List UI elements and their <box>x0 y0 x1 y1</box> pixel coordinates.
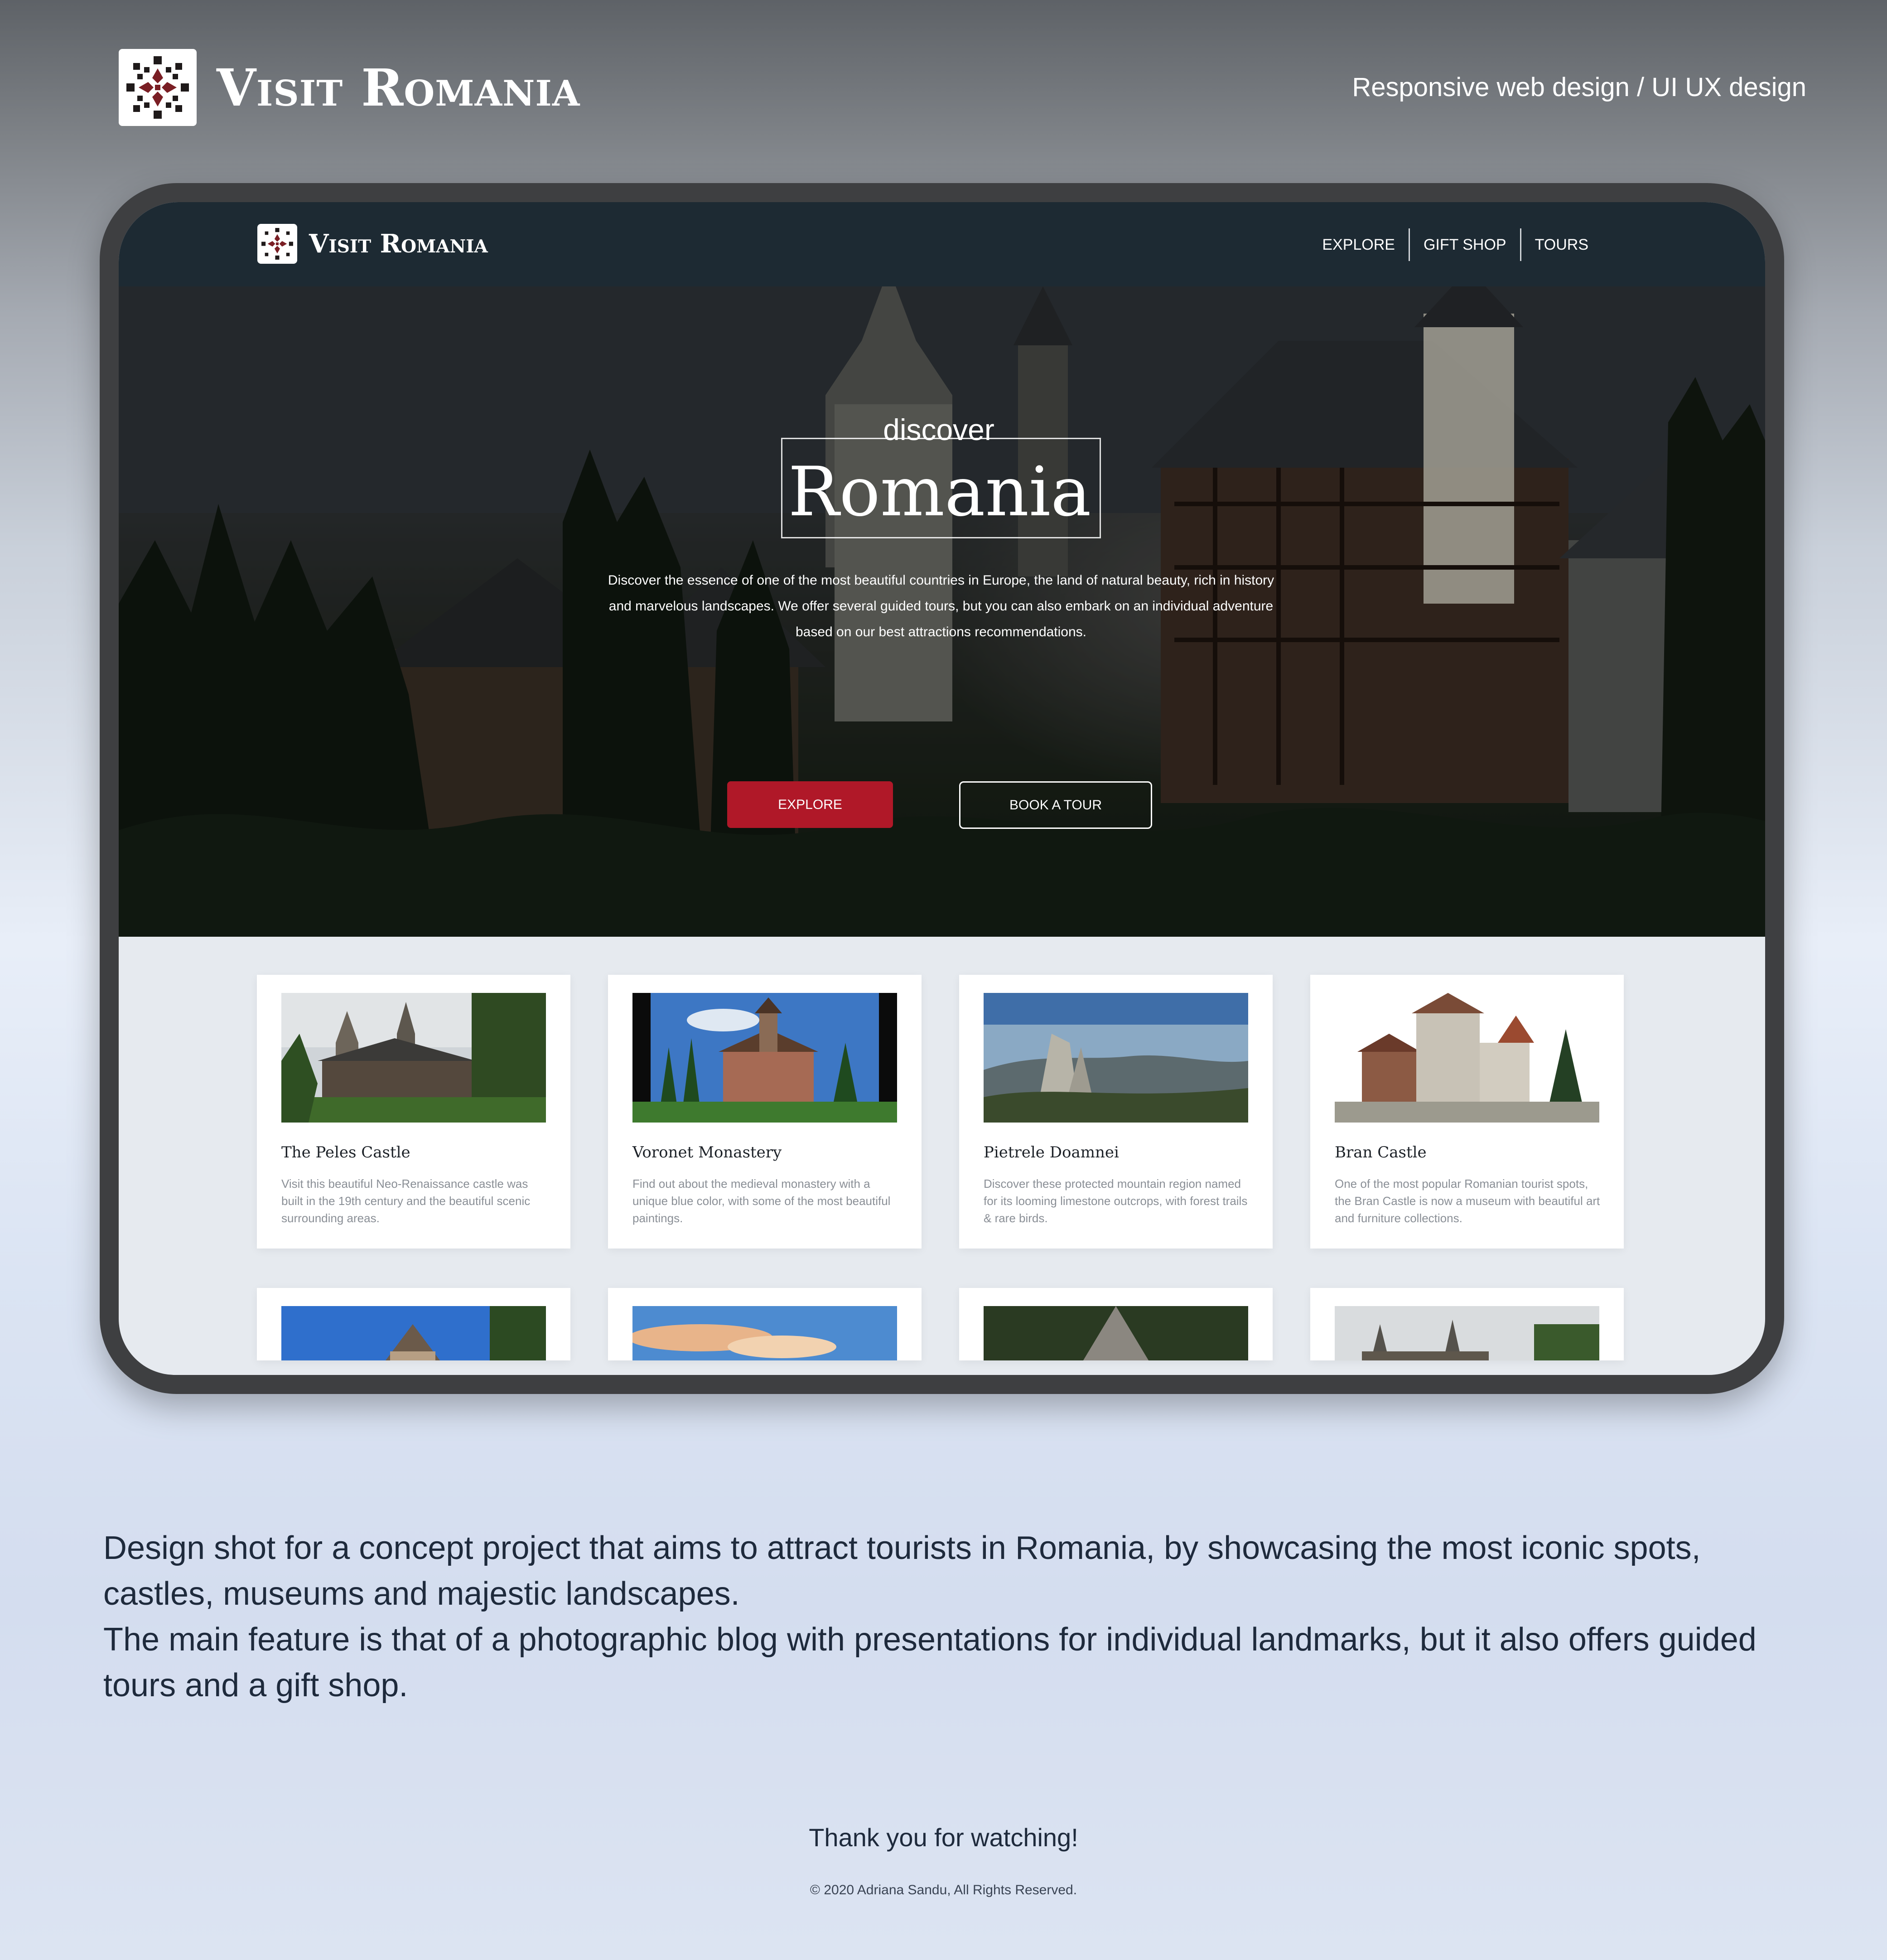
card-description: Find out about the medieval monastery wi… <box>632 1177 891 1225</box>
hero-kicker-text: discover <box>883 413 994 446</box>
peles-castle-image <box>281 993 546 1123</box>
bran-castle-photo <box>1335 993 1599 1123</box>
site-logo[interactable] <box>257 224 297 264</box>
brand-name: Visit Romania <box>217 58 580 118</box>
mountain-photo <box>984 993 1248 1123</box>
attraction-card[interactable]: Bran Castle One of the most popular Roma… <box>1310 975 1624 1249</box>
explore-button[interactable]: EXPLORE <box>727 781 893 828</box>
card-description: Discover these protected mountain region… <box>984 1177 1248 1225</box>
attraction-card[interactable] <box>1310 1288 1624 1360</box>
attraction-card[interactable]: The Peles Castle Visit this beautiful Ne… <box>257 975 570 1249</box>
sky-photo <box>632 1306 897 1360</box>
site-navbar: Visit Romania EXPLORE GIFT SHOP TOURS <box>119 202 1765 286</box>
hero-kicker: discover <box>798 407 1079 452</box>
attraction-card[interactable] <box>257 1288 570 1360</box>
device-frame: Visit Romania EXPLORE GIFT SHOP TOURS di… <box>100 183 1784 1394</box>
voronet-monastery-image <box>632 993 897 1123</box>
card-title[interactable]: Voronet Monastery <box>632 1143 782 1161</box>
thanks-message: Thank you for watching! <box>809 1823 1078 1852</box>
romanian-motif-icon <box>261 228 293 260</box>
attraction-card[interactable] <box>608 1288 922 1360</box>
nav-tours[interactable]: TOURS <box>1521 228 1602 261</box>
monastery-dome-photo <box>281 1306 546 1360</box>
hero-description: Discover the essence of one of the most … <box>608 573 1274 639</box>
romanian-motif-icon <box>126 56 189 119</box>
card-title[interactable]: The Peles Castle <box>281 1143 410 1161</box>
attraction-card[interactable] <box>959 1288 1273 1360</box>
castle-photo <box>281 993 546 1123</box>
nav-explore[interactable]: EXPLORE <box>1308 228 1409 261</box>
book-tour-button[interactable]: BOOK A TOUR <box>959 781 1152 829</box>
nav-gift-shop[interactable]: GIFT SHOP <box>1410 228 1520 261</box>
card-image <box>281 1306 546 1360</box>
device-screen: Visit Romania EXPLORE GIFT SHOP TOURS di… <box>119 202 1765 1375</box>
attraction-card[interactable]: Voronet Monastery Find out about the med… <box>608 975 922 1249</box>
description-paragraph: Design shot for a concept project that a… <box>103 1530 1701 1612</box>
site-brand-name[interactable]: Visit Romania <box>309 226 488 262</box>
project-description: Design shot for a concept project that a… <box>103 1525 1789 1708</box>
card-image <box>1335 1306 1599 1360</box>
card-image <box>984 1306 1248 1360</box>
card-description: One of the most popular Romanian tourist… <box>1335 1177 1600 1225</box>
bran-castle-image <box>1335 993 1599 1123</box>
project-tagline: Responsive web design / UI UX design <box>1352 73 1806 102</box>
pietrele-doamnei-image <box>984 993 1248 1123</box>
hero-title: Romania <box>788 453 1091 532</box>
wooden-church-photo <box>984 1306 1248 1360</box>
attraction-card[interactable]: Pietrele Doamnei Discover these protecte… <box>959 975 1273 1249</box>
description-paragraph: The main feature is that of a photograph… <box>103 1621 1757 1704</box>
card-title[interactable]: Bran Castle <box>1335 1143 1427 1161</box>
brand-logo <box>119 49 197 126</box>
castle-towers-photo <box>1335 1306 1599 1360</box>
card-description: Visit this beautiful Neo-Renaissance cas… <box>281 1177 531 1225</box>
site-nav: EXPLORE GIFT SHOP TOURS <box>1308 228 1602 261</box>
card-title[interactable]: Pietrele Doamnei <box>984 1143 1119 1161</box>
hero-section: discover Romania Discover the essence of… <box>119 286 1765 937</box>
copyright: © 2020 Adriana Sandu, All Rights Reserve… <box>810 1883 1077 1897</box>
card-image <box>632 1306 897 1360</box>
monastery-photo <box>632 993 897 1123</box>
